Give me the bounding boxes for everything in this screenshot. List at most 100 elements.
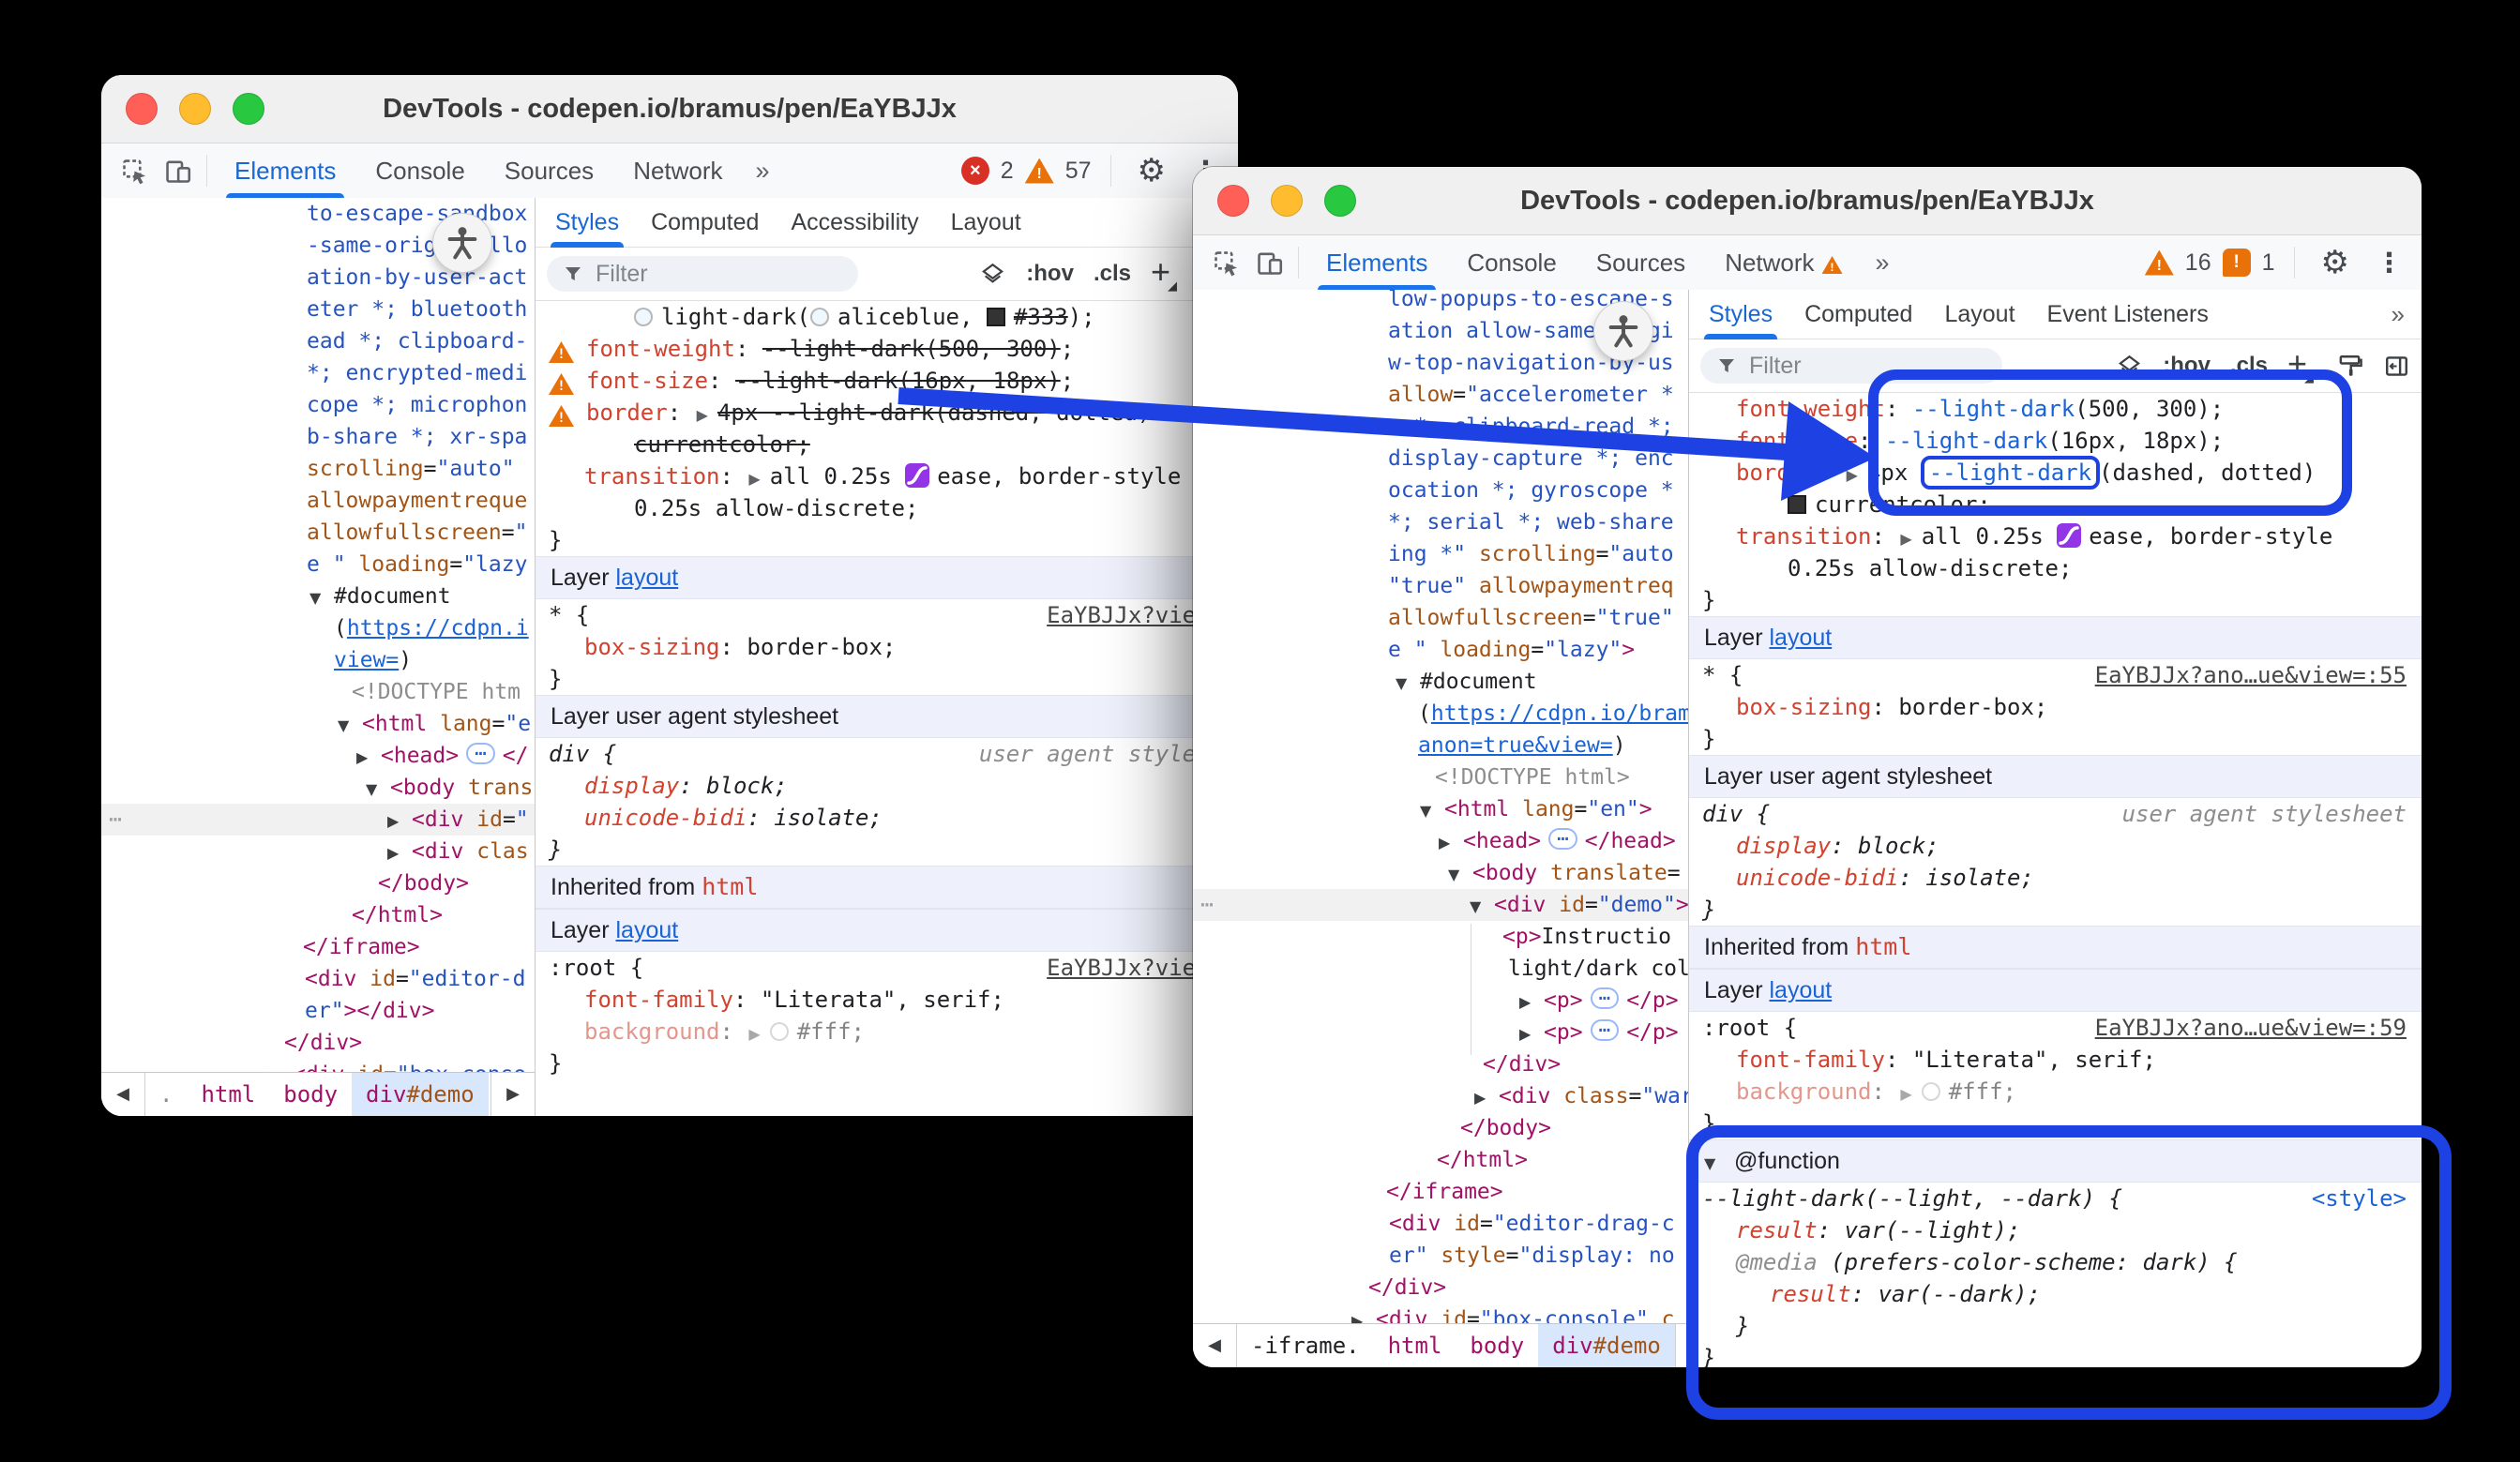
tree-arrow-icon[interactable]: ▼ (1396, 668, 1420, 700)
dom-tree-row[interactable]: ▶<head>⋯</ (101, 740, 535, 772)
device-toolbar-icon[interactable] (156, 149, 199, 192)
breadcrumb-item[interactable]: div#demo (352, 1073, 489, 1116)
dom-tree-row[interactable]: allowfullscreen=" (101, 517, 535, 549)
tab-sources[interactable]: Sources (485, 143, 613, 198)
tree-arrow-icon[interactable]: ▼ (1470, 891, 1494, 923)
expand-value-icon[interactable]: ▶ (748, 470, 760, 488)
breadcrumb-item[interactable]: div#demo (1538, 1324, 1675, 1367)
color-swatch[interactable] (634, 308, 653, 326)
dom-tree-row[interactable]: </iframe> (1193, 1176, 1688, 1208)
titlebar[interactable]: DevTools - codepen.io/bramus/pen/EaYBJJx (101, 75, 1238, 143)
titlebar[interactable]: DevTools - codepen.io/bramus/pen/EaYBJJx (1193, 167, 2422, 235)
toggle-class-button[interactable]: .cls (1094, 261, 1131, 287)
breadcrumb-forward-button[interactable]: ▶ (490, 1073, 535, 1116)
style-declaration-row[interactable]: :root {EaYBJJx?view= (536, 952, 1238, 984)
style-declaration-row[interactable]: * {EaYBJJx?view= (536, 599, 1238, 631)
color-swatch[interactable] (810, 308, 829, 326)
dom-tree-row[interactable]: allow="accelerometer * (1193, 379, 1688, 411)
style-declaration-row[interactable]: display: block; (1689, 830, 2422, 862)
expand-value-icon[interactable]: ▶ (1900, 530, 1911, 548)
dom-tree-row[interactable]: scrolling="auto" (101, 453, 535, 485)
style-declaration-row[interactable]: :root {EaYBJJx?ano…ue&view=:59 (1689, 1012, 2422, 1044)
tree-arrow-icon[interactable]: ▼ (309, 582, 334, 614)
zoom-window-button[interactable] (233, 93, 264, 125)
style-declaration-row[interactable]: display: block; (536, 770, 1238, 802)
style-declaration-row[interactable]: unicode-bidi: isolate; (536, 802, 1238, 834)
style-declaration-row[interactable]: background: ▶#fff; (536, 1016, 1238, 1048)
dom-tree-row[interactable]: er" style="display: no (1193, 1240, 1688, 1272)
dom-tree-row[interactable]: "true" allowpaymentreq (1193, 570, 1688, 602)
tab-network[interactable]: Network (613, 143, 742, 198)
dom-tree-row[interactable]: </iframe> (101, 931, 535, 963)
dock-side-icon[interactable] (2383, 353, 2410, 380)
color-swatch[interactable] (1922, 1082, 1940, 1101)
breadcrumb-item[interactable]: -iframe. (1237, 1324, 1374, 1367)
panel-tab-computed[interactable]: Computed (1788, 290, 1928, 339)
expand-value-icon[interactable]: ▶ (697, 406, 708, 424)
dom-tree-row[interactable]: <p>Instructio (1193, 921, 1688, 953)
breadcrumb-item[interactable]: body (1456, 1324, 1538, 1367)
expand-value-icon[interactable]: ▶ (748, 1025, 760, 1043)
style-declaration-row[interactable]: 0.25s allow-discrete; (1689, 552, 2422, 584)
dom-tree-row[interactable]: </html> (101, 899, 535, 931)
dom-tree-row[interactable]: a *; clipboard-read *; (1193, 411, 1688, 443)
dom-tree-row[interactable]: (https://cdpn.io/bram (1193, 698, 1688, 730)
style-declaration-row[interactable]: background: ▶#fff; (1689, 1076, 2422, 1108)
issues-badge-icon[interactable]: ! (2223, 249, 2251, 277)
style-declaration-row[interactable]: } (1689, 723, 2422, 755)
dom-tree-row[interactable]: <div id="editor-d (101, 963, 535, 995)
dom-tree-row[interactable]: ead *; clipboard- (101, 325, 535, 357)
dom-tree-row[interactable]: ▶<p>⋯</p> (1193, 1017, 1688, 1048)
tree-arrow-icon[interactable]: ▼ (338, 710, 362, 742)
dom-tree-row[interactable]: *; encrypted-medi (101, 357, 535, 389)
dom-tree-row[interactable]: er"></div> (101, 995, 535, 1027)
tab-elements[interactable]: Elements (1306, 235, 1447, 290)
more-tabs-button[interactable]: » (743, 157, 781, 186)
dom-tree-row[interactable]: ▼<body translate= (1193, 857, 1688, 889)
toggle-hover-button[interactable]: :hov (1026, 261, 1074, 287)
style-declaration-row[interactable]: 0.25s allow-discrete; (536, 492, 1238, 524)
dom-tree-row[interactable]: <div id="editor-drag-c (1193, 1208, 1688, 1240)
style-declaration-row[interactable]: currentcolor; (536, 429, 1238, 460)
tree-arrow-icon[interactable]: ▶ (356, 742, 381, 774)
warning-badge-icon[interactable]: ! (2145, 250, 2174, 276)
inline-expand-button[interactable]: ⋯ (1591, 987, 1620, 1009)
style-declaration-row[interactable]: div {user agent stylesh (536, 738, 1238, 770)
minimize-window-button[interactable] (179, 93, 211, 125)
tree-arrow-icon[interactable]: ▶ (1474, 1082, 1499, 1114)
row-options-icon[interactable]: ⋯ (109, 804, 124, 836)
breadcrumb-item[interactable]: html (1374, 1324, 1456, 1367)
style-declaration-row[interactable]: !border: ▶4px --light-dark(dashed, dotte… (536, 397, 1238, 429)
style-declaration-row[interactable]: font-family: "Literata", serif; (536, 984, 1238, 1016)
tab-elements[interactable]: Elements (215, 143, 355, 198)
panel-tab-computed[interactable]: Computed (635, 198, 775, 247)
dom-tree-row[interactable]: light/dark col (1193, 953, 1688, 985)
panel-tab-event-listeners[interactable]: Event Listeners (2031, 290, 2225, 339)
dom-tree-row[interactable]: e " loading="lazy (101, 549, 535, 580)
filter-input[interactable]: Filter (547, 256, 858, 292)
dom-tree-row[interactable]: (https://cdpn.i (101, 612, 535, 644)
expand-value-icon[interactable]: ▶ (1847, 466, 1858, 484)
color-swatch[interactable] (770, 1022, 789, 1041)
tree-arrow-icon[interactable]: ▶ (1519, 987, 1544, 1018)
style-declaration-row[interactable]: } (536, 524, 1238, 556)
style-declaration-row[interactable]: !font-weight: --light-dark(500, 300); (536, 333, 1238, 365)
dom-tree-row[interactable]: <!DOCTYPE htm (101, 676, 535, 708)
dom-tree-row[interactable]: ⋯▶<div id=" (101, 804, 535, 836)
style-declaration-row[interactable]: unicode-bidi: isolate; (1689, 862, 2422, 894)
dom-tree-row[interactable]: </div> (1193, 1048, 1688, 1080)
tab-console[interactable]: Console (1447, 235, 1576, 290)
breadcrumb-item[interactable]: body (269, 1073, 352, 1116)
panel-tab-accessibility[interactable]: Accessibility (775, 198, 934, 247)
dom-tree-row[interactable]: ▶<div class="war (1193, 1080, 1688, 1112)
panel-tab-layout[interactable]: Layout (935, 198, 1037, 247)
panel-tab-layout[interactable]: Layout (1928, 290, 2030, 339)
row-options-icon[interactable]: ⋯ (1200, 889, 1215, 921)
warning-badge-icon[interactable]: ! (1025, 158, 1054, 184)
dom-tree-row[interactable]: eter *; bluetooth (101, 294, 535, 325)
tab-network[interactable]: Network! (1705, 235, 1862, 290)
inline-expand-button[interactable]: ⋯ (466, 743, 495, 764)
inspect-element-icon[interactable] (113, 149, 156, 192)
dom-tree-row[interactable]: view=) (101, 644, 535, 676)
expand-value-icon[interactable]: ▶ (1900, 1085, 1911, 1103)
